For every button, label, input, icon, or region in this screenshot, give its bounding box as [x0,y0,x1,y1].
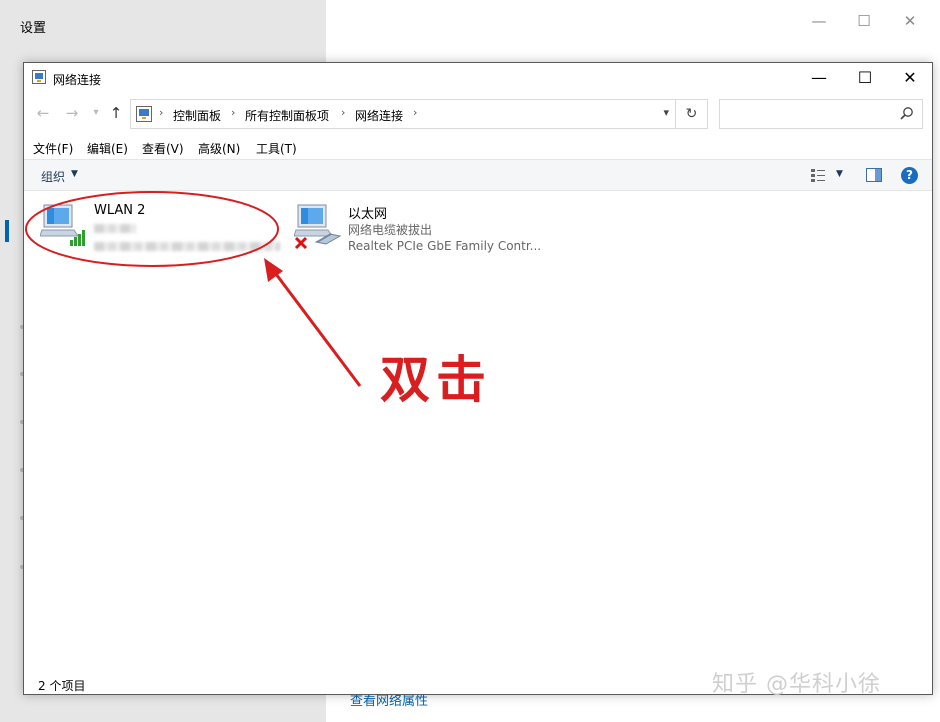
close-button[interactable]: ✕ [887,66,933,90]
preview-pane-icon[interactable] [866,168,882,182]
address-dropdown-chevron-icon[interactable]: ▾ [663,106,669,119]
settings-title: 设置 [20,21,47,36]
window-title: 网络连接 [53,73,102,87]
back-arrow-icon[interactable]: ← [33,104,53,122]
title-bar: 网络连接 — ☐ ✕ [24,63,932,93]
wireless-network-adapter-icon [40,204,85,246]
connection-name: 以太网 [348,207,388,222]
breadcrumb-separator: › [159,106,164,119]
command-bar: 组织 ▼ ▼ ? [24,159,932,191]
watermark: 知乎 @华科小徐 [712,672,881,697]
connection-status: 网络电缆被拔出 [348,223,433,237]
connection-name: WLAN 2 [94,203,146,218]
minimize-button[interactable]: — [796,66,842,90]
control-panel-icon [136,106,152,122]
connection-item-ethernet[interactable]: 以太网 网络电缆被拔出 Realtek PCIe GbE Family Cont… [294,202,544,258]
view-dropdown-icon[interactable]: ▼ [836,169,843,179]
ethernet-adapter-disconnected-icon [294,204,342,250]
menu-tools[interactable]: 工具(T) [256,140,297,157]
blurred-adapter-name [94,242,280,251]
settings-close-button[interactable]: ✕ [895,12,925,30]
search-icon[interactable] [900,106,914,120]
breadcrumb-all-items[interactable]: 所有控制面板项 [245,107,329,124]
organize-dropdown-icon[interactable]: ▼ [71,169,78,179]
settings-selected-indicator [5,220,9,242]
network-folder-icon [32,70,46,84]
item-count: 2 个项目 [38,679,86,693]
search-input[interactable] [719,99,923,129]
connections-list: WLAN 2 以太网 网络电缆被拔出 Realtek PCIe GbE Fami… [24,192,932,672]
menu-file[interactable]: 文件(F) [33,140,73,157]
menu-bar: 文件(F) 编辑(E) 查看(V) 高级(N) 工具(T) [24,137,932,159]
connection-device: Realtek PCIe GbE Family Contr... [348,239,542,253]
up-arrow-icon[interactable]: ↑ [106,104,126,122]
settings-maximize-button[interactable]: ☐ [849,12,879,30]
blurred-network-name [94,224,136,233]
menu-advanced[interactable]: 高级(N) [198,140,240,157]
change-view-icon[interactable] [810,167,826,183]
address-bar[interactable]: › 控制面板 › 所有控制面板项 › 网络连接 › ▾ [130,99,676,129]
breadcrumb-network-connections[interactable]: 网络连接 [355,107,403,124]
forward-arrow-icon[interactable]: → [62,104,82,122]
breadcrumb-separator: › [413,106,418,119]
menu-view[interactable]: 查看(V) [142,140,184,157]
menu-edit[interactable]: 编辑(E) [87,140,128,157]
breadcrumb-separator: › [341,106,346,119]
refresh-icon[interactable]: ↻ [676,99,708,129]
address-row: ← → ▾ ↑ › 控制面板 › 所有控制面板项 › 网络连接 › ▾ ↻ [24,97,932,131]
settings-minimize-button[interactable]: — [804,12,834,30]
help-icon[interactable]: ? [901,167,918,184]
breadcrumb-separator: › [231,106,236,119]
recent-locations-chevron-icon[interactable]: ▾ [86,107,106,118]
annotation-double-click-label: 双击 [380,350,492,409]
organize-button[interactable]: 组织 [41,168,65,185]
breadcrumb-control-panel[interactable]: 控制面板 [173,107,221,124]
connection-item-wlan2[interactable]: WLAN 2 [40,202,280,258]
maximize-button[interactable]: ☐ [842,66,888,90]
